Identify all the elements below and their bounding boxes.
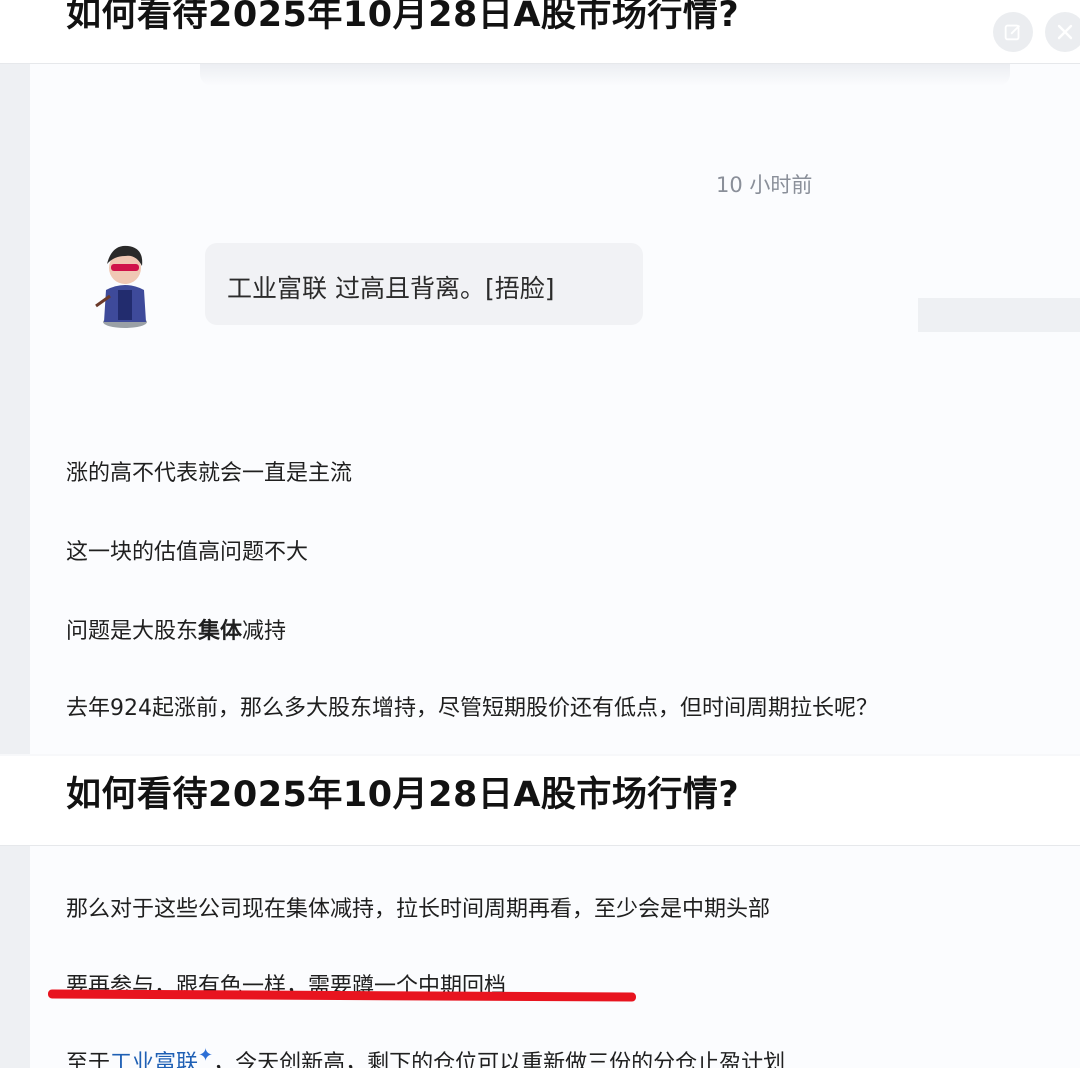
- answer-line-3: 问题是大股东集体减持: [66, 613, 286, 645]
- close-button[interactable]: [1045, 12, 1080, 52]
- edit-icon: [1004, 24, 1021, 41]
- answer2-line-1: 那么对于这些公司现在集体减持，拉长时间周期再看，至少会是中期头部: [66, 897, 771, 922]
- answer-line-3-part-1: 问题是大股东: [66, 619, 199, 644]
- answer2-line-3-part-2: ，今天创新高，剩下的仓位可以重新做三份的分仓止盈计划: [213, 1051, 786, 1068]
- comment-timestamp: 10 小时前: [716, 173, 813, 197]
- answer-line-3-bold: 集体: [198, 619, 243, 644]
- left-rail: [0, 64, 30, 754]
- left-rail-2: [0, 846, 30, 1068]
- answer-line-2: 这一块的估值高问题不大: [66, 540, 309, 565]
- answer-line-4: 去年924起涨前，那么多大股东增持，尽管短期股价还有低点，但时间周期拉长呢？: [66, 696, 878, 721]
- answer-line-1: 涨的高不代表就会一直是主流: [66, 461, 353, 486]
- reply-text: 工业富联 过高且背离。[捂脸]: [227, 274, 555, 303]
- answer-line-3-part-2: 减持: [242, 619, 287, 644]
- answer2-line-3: 至于工业富联✦，今天创新高，剩下的仓位可以重新做三份的分仓止盈计划: [66, 1045, 785, 1068]
- question-title-2[interactable]: 如何看待2025年10月28日A股市场行情?: [66, 766, 739, 817]
- question-title[interactable]: 如何看待2025年10月28日A股市场行情?: [66, 0, 739, 37]
- edit-button[interactable]: [993, 12, 1033, 52]
- overlay-strip: [918, 298, 1080, 332]
- sparkle-icon: ✦: [198, 1045, 214, 1066]
- divider-shadow: [200, 64, 1010, 86]
- close-icon: [1057, 24, 1073, 40]
- stock-link[interactable]: 工业富联: [110, 1051, 198, 1068]
- answer-card-2: [30, 846, 1080, 1068]
- avatar[interactable]: [92, 238, 158, 330]
- answer2-line-3-part-1: 至于: [66, 1051, 111, 1068]
- answer-card: [30, 64, 1080, 754]
